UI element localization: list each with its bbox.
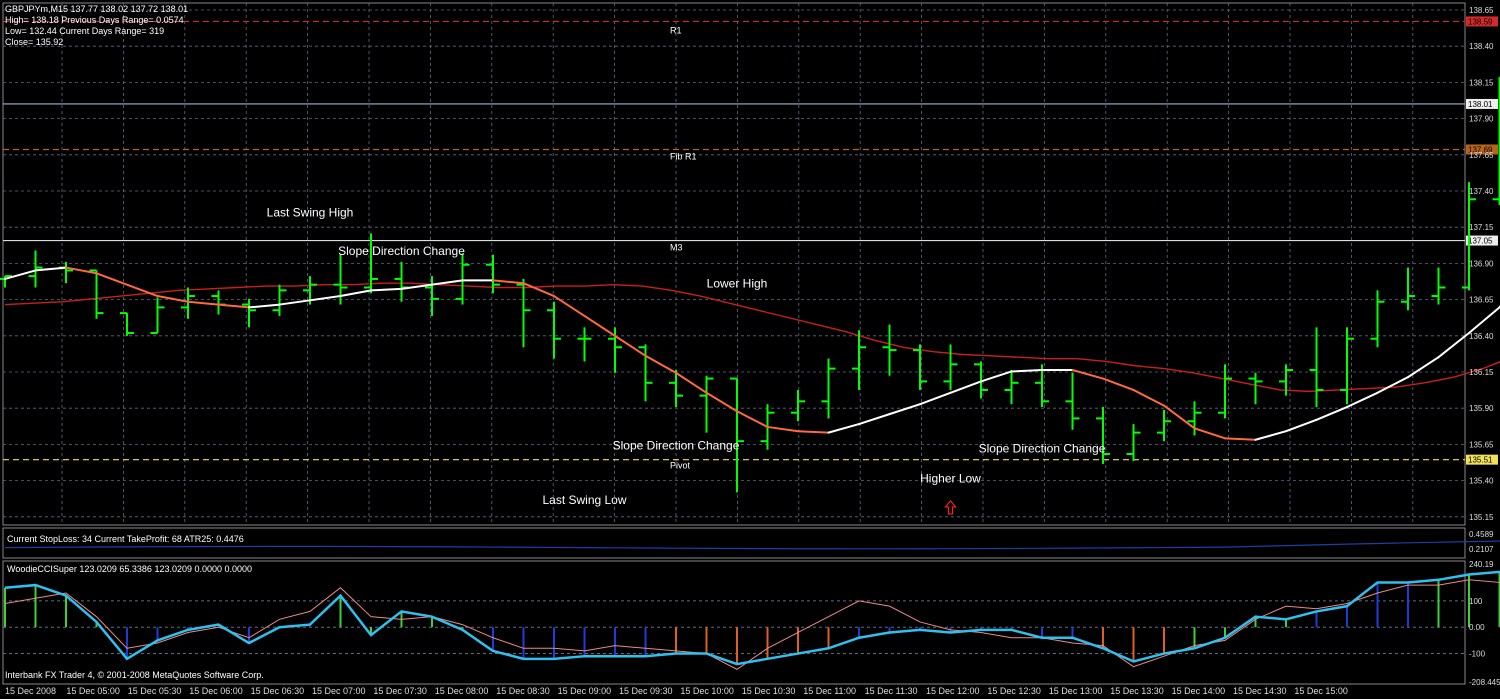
cci-tick-label: -100: [1469, 650, 1486, 659]
cci-tick-label: 0.00: [1469, 623, 1485, 632]
y-tick-label: 135.40: [1469, 477, 1494, 486]
fast-ma-segment: [1224, 437, 1257, 441]
y-tick-label: 135.65: [1469, 440, 1494, 449]
x-tick-label: 15 Dec 12:00: [926, 686, 980, 696]
x-tick-label: 15 Dec 09:30: [619, 686, 673, 696]
x-tick-label: 15 Dec 08:30: [496, 686, 550, 696]
x-tick-label: 15 Dec 05:00: [66, 686, 120, 696]
y-tick-label: 138.40: [1469, 42, 1494, 51]
trading-chart: 138.59R1138.01137.69Fib R1137.05M3135.51…: [0, 0, 1500, 699]
level-name: R1: [670, 25, 682, 35]
x-tick-label: 15 Dec 11:30: [865, 686, 918, 696]
level-price-label: 137.05: [1468, 237, 1493, 246]
x-tick-label: 15 Dec 10:30: [742, 686, 796, 696]
atr-tick-label: 0.4589: [1469, 530, 1494, 539]
fast-ma-segment: [797, 430, 830, 434]
x-tick-label: 15 Dec 07:30: [373, 686, 427, 696]
x-tick-label: 15 Dec 14:30: [1233, 686, 1287, 696]
symbol-info: GBPJPYm,M15 137.77 138.02 137.72 138.01: [5, 4, 188, 14]
annotation-label: Last Swing High: [267, 205, 354, 219]
x-tick-label: 15 Dec 15:00: [1294, 686, 1348, 696]
y-tick-label: 137.65: [1469, 151, 1494, 160]
price-axis: 138.65 138.40 138.15 137.90 137.65 137.40 137.…: [1469, 6, 1494, 522]
footer-copyright: Interbank FX Trader 4, © 2001-2008 MetaQ…: [5, 670, 264, 680]
level-price-label: 138.01: [1468, 100, 1493, 109]
level-name: Pivot: [670, 461, 691, 471]
annotation-label: Slope Direction Change: [613, 439, 740, 453]
atr-tick-label: 0.2107: [1469, 545, 1494, 554]
x-tick-label: 15 Dec 11:00: [803, 686, 856, 696]
annotation-label: Slope Direction Change: [338, 244, 465, 258]
high-info: High= 138.18 Previous Days Range= 0.0574: [5, 15, 184, 25]
annotation-label: Slope Direction Change: [979, 442, 1106, 456]
y-tick-label: 137.40: [1469, 187, 1494, 196]
x-tick-label: 15 Dec 07:00: [312, 686, 366, 696]
level-price-label: 138.59: [1468, 17, 1493, 26]
annotation-label: Higher Low: [920, 471, 981, 485]
y-tick-label: 136.15: [1469, 368, 1494, 377]
level-name: M3: [670, 243, 683, 253]
y-tick-label: 136.40: [1469, 332, 1494, 341]
x-tick-label: 15 Dec 06:00: [189, 686, 243, 696]
x-tick-label: 15 Dec 13:00: [1049, 686, 1103, 696]
annotation-label: Last Swing Low: [542, 493, 626, 507]
y-tick-label: 136.90: [1469, 259, 1494, 268]
fast-ma-segment: [1010, 369, 1043, 373]
low-info: Low= 132.44 Current Days Range= 319: [5, 26, 164, 36]
level-name: Fib R1: [670, 151, 697, 161]
y-tick-label: 138.65: [1469, 6, 1494, 15]
close-info: Close= 135.92: [5, 37, 63, 47]
y-tick-label: 135.15: [1469, 513, 1494, 522]
y-tick-label: 138.15: [1469, 78, 1494, 87]
x-tick-label: 15 Dec 08:00: [435, 686, 489, 696]
x-tick-label: 15 Dec 14:00: [1172, 686, 1226, 696]
y-tick-label: 137.90: [1469, 115, 1494, 124]
x-tick-label: 15 Dec 06:30: [251, 686, 305, 696]
x-tick-label: 15 Dec 2008: [5, 686, 56, 696]
x-tick-label: 15 Dec 12:30: [987, 686, 1041, 696]
fast-ma-segment: [370, 287, 403, 292]
cci-label: WoodieCCISuper 123.0209 65.3386 123.0209…: [7, 564, 252, 574]
level-price-label: 135.51: [1468, 456, 1493, 465]
x-tick-label: 15 Dec 09:00: [558, 686, 612, 696]
atr-label: Current StopLoss: 34 Current TakeProfit:…: [7, 534, 244, 544]
x-tick-label: 15 Dec 05:30: [128, 686, 182, 696]
annotation-label: Lower High: [707, 276, 768, 290]
y-tick-label: 135.90: [1469, 404, 1494, 413]
y-tick-label: 137.15: [1469, 223, 1494, 232]
cci-tick-label: 240.19: [1469, 560, 1494, 569]
cci-tick-label: 100: [1469, 597, 1483, 606]
x-tick-label: 15 Dec 10:00: [680, 686, 734, 696]
cci-tick-label: -208.445: [1469, 678, 1500, 687]
y-tick-label: 136.65: [1469, 296, 1494, 305]
x-tick-label: 15 Dec 13:30: [1110, 686, 1164, 696]
